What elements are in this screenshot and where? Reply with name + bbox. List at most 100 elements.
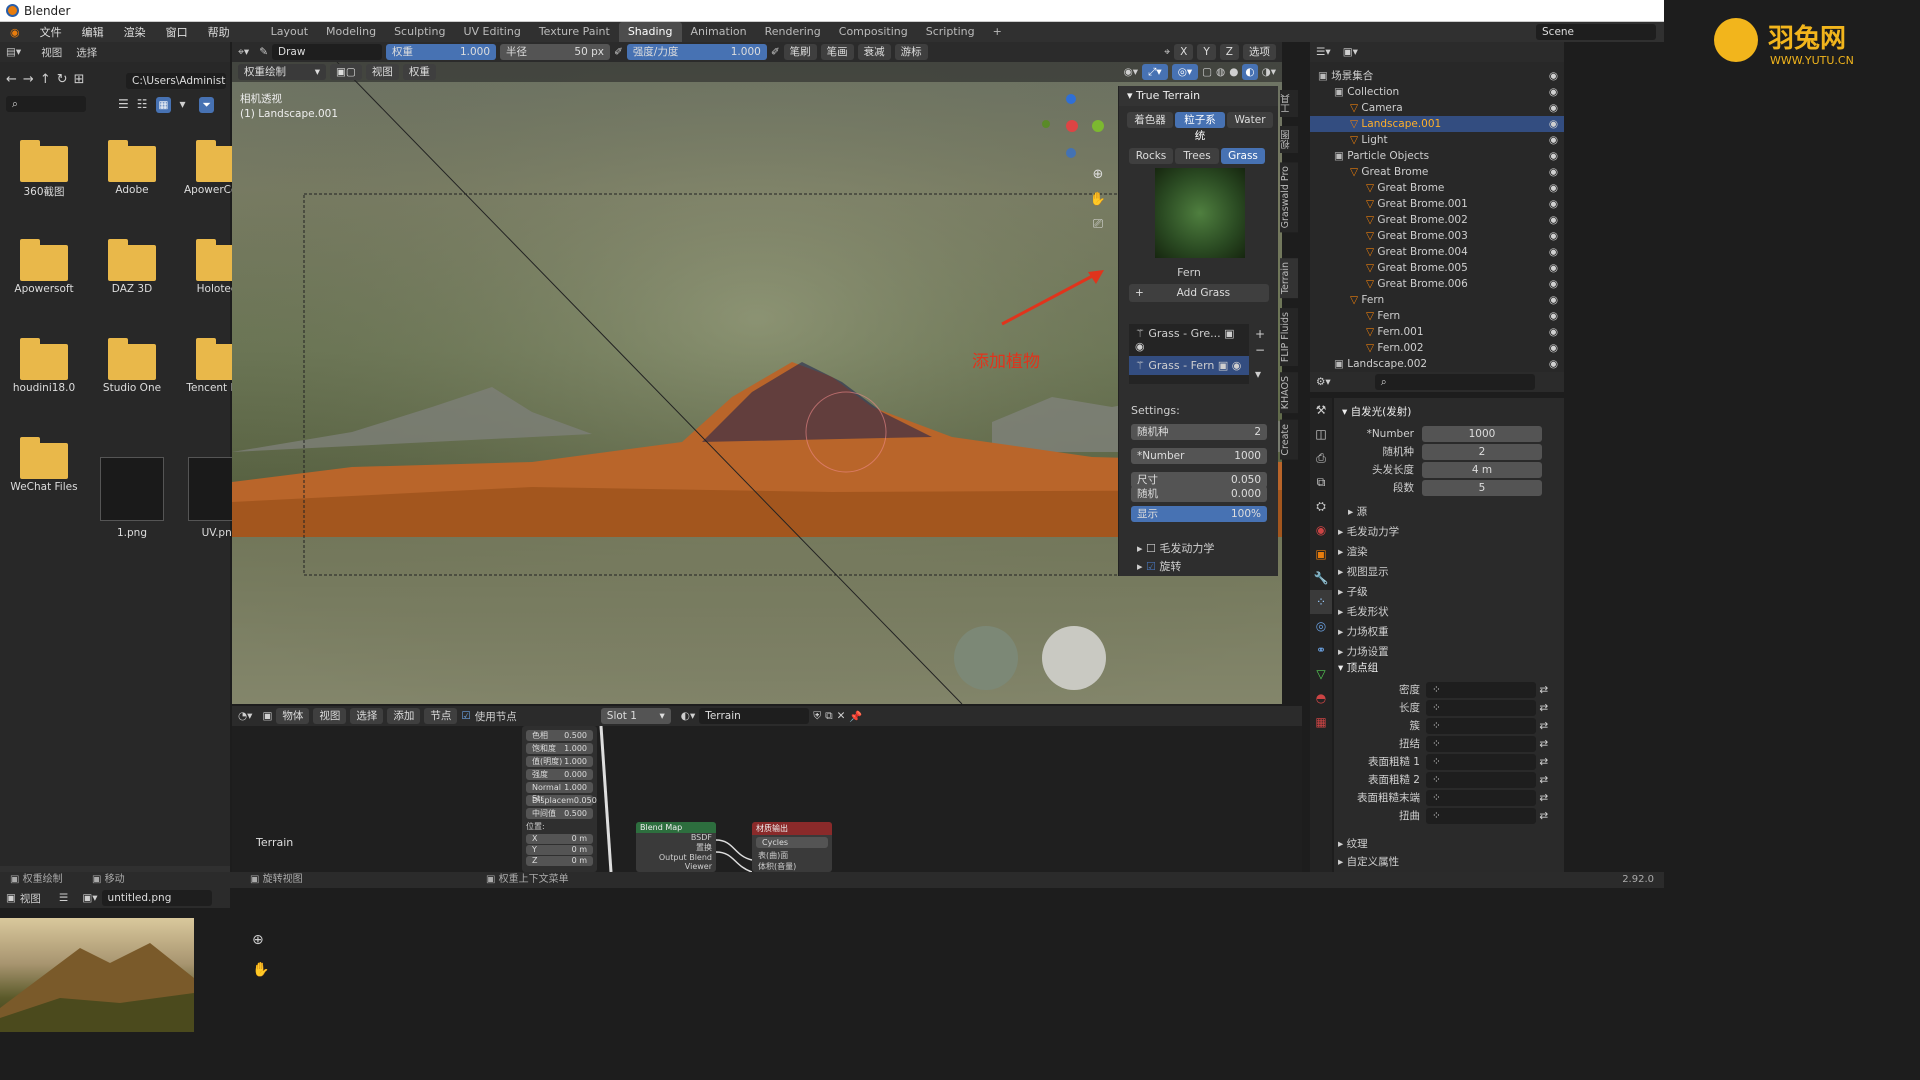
node-editor[interactable]: Terrain 色相 0.500 饱和度 1.000 值(明度) 1.000 强度 0.000… <box>232 726 1302 872</box>
folder-item[interactable]: WeChat Files <box>8 435 80 493</box>
visibility-eye-icon[interactable]: ◉ <box>1549 212 1558 228</box>
mode-icon[interactable]: ▣ <box>6 892 16 904</box>
tab-uv-editing[interactable]: UV Editing <box>454 22 529 42</box>
vertex-group-field[interactable]: ⁘ <box>1426 700 1536 716</box>
add-grass-button[interactable]: + Add Grass <box>1129 284 1269 302</box>
menu-help[interactable]: 帮助 <box>198 24 240 40</box>
navigation-gizmo[interactable] <box>1042 94 1104 158</box>
properties-subpanel[interactable]: ▸ 毛发形状 <box>1334 604 1588 620</box>
visibility-eye-icon[interactable]: ◉ <box>1549 356 1558 372</box>
invert-icon[interactable]: ⇄ <box>1536 810 1548 822</box>
folder-item[interactable]: 360截图 <box>8 138 80 199</box>
invert-icon[interactable]: ⇄ <box>1536 702 1548 714</box>
invert-icon[interactable]: ⇄ <box>1536 792 1548 804</box>
menu-add[interactable]: 添加 <box>387 708 421 724</box>
vertex-group-field[interactable]: ⁘ <box>1426 736 1536 752</box>
render-icon[interactable]: ◫ <box>1310 422 1332 446</box>
tab-grass[interactable]: Grass <box>1221 148 1265 164</box>
outliner-row[interactable]: ▽ Great Brome.002 ◉ <box>1310 212 1564 228</box>
menu-render[interactable]: 渲染 <box>114 24 156 40</box>
thumbnails-icon[interactable]: ▦ <box>155 97 172 113</box>
zoom-icon[interactable]: ⊕ <box>252 932 264 948</box>
menu-cursor[interactable]: 游标 <box>894 44 928 60</box>
invert-icon[interactable]: ⇄ <box>1536 774 1548 786</box>
solid-shading-icon[interactable]: ● <box>1229 66 1238 78</box>
outliner-row[interactable]: ▽ Great Brome ◉ <box>1310 164 1564 180</box>
tab-shader[interactable]: 着色器 <box>1127 112 1173 128</box>
tab-rocks[interactable]: Rocks <box>1129 148 1173 164</box>
segments-field[interactable]: 5 <box>1422 480 1542 496</box>
grass-preview[interactable] <box>1155 168 1245 258</box>
visibility-eye-icon[interactable]: ◉ <box>1549 180 1558 196</box>
tab-scripting[interactable]: Scripting <box>917 22 984 42</box>
folder-item[interactable]: Adobe <box>96 138 168 196</box>
outliner-row[interactable]: ▽ Light ◉ <box>1310 132 1564 148</box>
search-input[interactable]: ⌕ <box>6 96 86 112</box>
vertex-group-field[interactable]: ⁘ <box>1426 754 1536 770</box>
tab-create[interactable]: Create <box>1280 420 1298 460</box>
outliner-row[interactable]: ▣ Particle Objects ◉ <box>1310 148 1564 164</box>
properties-subpanel[interactable]: ▸ 子级 <box>1334 584 1588 600</box>
axis-x[interactable]: X <box>1174 44 1194 60</box>
tab-particles[interactable]: 粒子系统 <box>1175 112 1225 142</box>
blend-map-node[interactable]: Blend Map BSDF 置换 Output Blend Viewer <box>636 822 716 872</box>
node-value-field[interactable]: 色相 0.500 <box>526 730 593 741</box>
rotation-option[interactable]: ▸ ☑ 旋转 <box>1137 558 1181 574</box>
outliner-row[interactable]: ▽ Great Brome.001 ◉ <box>1310 196 1564 212</box>
brush-selector[interactable]: Draw <box>272 44 382 60</box>
location-field[interactable]: Y0 m <box>526 845 593 855</box>
tab-shading[interactable]: Shading <box>618 22 682 42</box>
add-workspace-button[interactable]: + <box>984 22 1011 42</box>
visibility-eye-icon[interactable]: ◉ <box>1549 324 1558 340</box>
output-icon[interactable]: ⎙ <box>1310 446 1332 470</box>
seed-field[interactable]: 2 <box>1422 444 1542 460</box>
source-subpanel[interactable]: ▸ 源 <box>1334 504 1588 520</box>
outliner-row[interactable]: ▣ Landscape.002 ◉ <box>1310 356 1564 372</box>
pressure-icon[interactable]: ✐ <box>771 46 780 58</box>
chevron-down-icon[interactable]: ▾ <box>1255 366 1265 382</box>
material-icon[interactable]: ◓ <box>1310 686 1332 710</box>
invert-icon[interactable]: ⇄ <box>1536 684 1548 696</box>
pin-icon[interactable]: 📌 <box>849 710 862 723</box>
outliner-row[interactable]: ▽ Great Brome.004 ◉ <box>1310 244 1564 260</box>
material-name-field[interactable]: Terrain <box>699 708 810 724</box>
menu-file[interactable]: 文件 <box>30 24 72 40</box>
tab-terrain[interactable]: Terrain <box>1280 258 1298 299</box>
vertex-group-field[interactable]: ⁘ <box>1426 772 1536 788</box>
constraints-icon[interactable]: ⚭ <box>1310 638 1332 662</box>
render-engine-selector[interactable]: Cycles <box>756 837 828 848</box>
rendered-shading-icon[interactable]: ◑▾ <box>1262 66 1276 78</box>
menu-view[interactable]: 视图 <box>20 891 41 906</box>
menu-stroke[interactable]: 笔画 <box>820 44 854 60</box>
vertex-group-header[interactable]: ▾ 顶点组 <box>1334 660 1588 676</box>
tab-compositing[interactable]: Compositing <box>830 22 917 42</box>
material-icon[interactable]: ◐▾ <box>681 710 695 722</box>
location-field[interactable]: Z0 m <box>526 856 593 866</box>
back-icon[interactable]: ← <box>6 72 17 87</box>
material-output-node[interactable]: 材质输出 Cycles 表(曲)面 体积(音量) <box>752 822 832 872</box>
visibility-eye-icon[interactable]: ◉ <box>1549 132 1558 148</box>
node-value-field[interactable]: 饱和度 1.000 <box>526 743 593 754</box>
axis-neg-y-icon[interactable] <box>1042 120 1050 128</box>
tab-texture-paint[interactable]: Texture Paint <box>530 22 619 42</box>
outliner-row[interactable]: ▽ Fern.002 ◉ <box>1310 340 1564 356</box>
axis-y[interactable]: Y <box>1197 44 1216 60</box>
node-value-field[interactable]: Normal Str 1.000 <box>526 782 593 803</box>
add-slot-icon[interactable]: + <box>1255 326 1265 342</box>
visibility-eye-icon[interactable]: ◉ <box>1549 260 1558 276</box>
folder-item[interactable]: DAZ 3D <box>96 237 168 295</box>
list-horizontal-icon[interactable]: ☷ <box>137 97 148 113</box>
image-browse-icon[interactable]: ▣▾ <box>82 892 97 904</box>
display-mode-icon[interactable]: ▣▾ <box>1343 46 1358 58</box>
brush-icon[interactable]: ✎ <box>259 46 268 58</box>
node-value-field[interactable]: 强度 0.000 <box>526 769 593 780</box>
invert-icon[interactable]: ⇄ <box>1536 738 1548 750</box>
mask-toggle-icon[interactable]: ▣▢ <box>330 64 362 80</box>
visibility-eye-icon[interactable]: ◉ <box>1549 340 1558 356</box>
editor-type-icon[interactable]: ⚙▾ <box>1316 376 1331 388</box>
parent-icon[interactable]: ↑ <box>40 72 51 87</box>
world-icon[interactable]: ◉ <box>1310 518 1332 542</box>
blender-menu-icon[interactable]: ◉ <box>0 26 30 39</box>
location-field[interactable]: X0 m <box>526 834 593 844</box>
properties-subpanel[interactable]: ▸ 力场权重 <box>1334 624 1588 640</box>
